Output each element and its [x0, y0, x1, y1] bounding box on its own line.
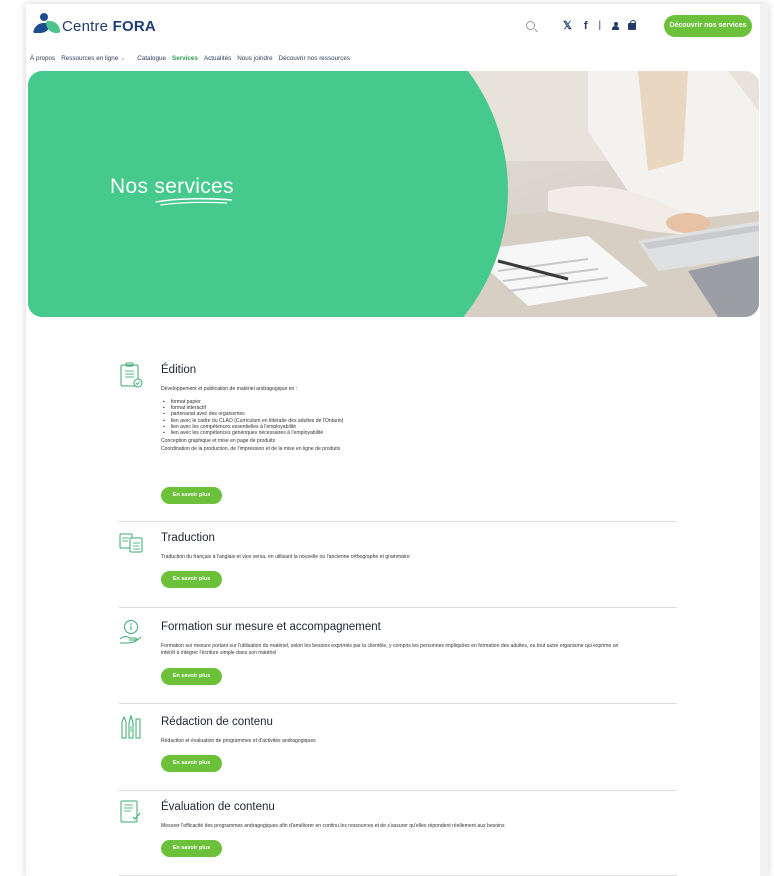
- service-title: Rédaction de contenu: [161, 716, 273, 728]
- divider: [119, 790, 677, 791]
- service-edition: Édition Développement et publication de …: [119, 362, 677, 522]
- scrollbar-track[interactable]: [760, 4, 768, 876]
- learn-more-button[interactable]: En savoir plus: [161, 487, 222, 504]
- hero-banner: Nos services: [28, 71, 759, 317]
- service-description: Formation sur mesure portant sur l'utili…: [161, 643, 619, 657]
- user-icon[interactable]: [612, 21, 620, 30]
- hand-info-icon: [119, 620, 142, 644]
- discover-services-button[interactable]: Découvrir nos services: [664, 15, 752, 37]
- service-extra-line: Coordination de la production, de l'impr…: [161, 446, 341, 452]
- service-title: Traduction: [161, 532, 215, 544]
- divider: [119, 703, 677, 704]
- service-extra-line: Conception graphique et mise en page de …: [161, 438, 276, 444]
- header-separator: |: [598, 20, 602, 31]
- service-evaluation: Évaluation de contenu Mesurer l'efficaci…: [119, 799, 677, 876]
- site-logo[interactable]: Centre FORA: [33, 13, 156, 35]
- service-redaction: Rédaction de contenu Rédaction et évalua…: [119, 714, 677, 792]
- service-title: Formation sur mesure et accompagnement: [161, 621, 381, 633]
- nav-item-actualites[interactable]: Actualités: [204, 55, 231, 62]
- service-list: format papier format interactif partenar…: [161, 399, 344, 436]
- facebook-icon[interactable]: f: [584, 20, 588, 32]
- nav-item-a-propos[interactable]: À propos: [30, 55, 55, 62]
- service-description: Traduction du français à l'anglais et vi…: [161, 554, 410, 560]
- nav-item-services[interactable]: Services: [172, 55, 198, 62]
- main-nav: À propos Ressources en ligne ⌄ Catalogue …: [30, 55, 356, 62]
- service-description: Mesurer l'efficacité des programmes andr…: [161, 823, 505, 829]
- header-icons: 𝕏 f |: [526, 19, 637, 32]
- learn-more-button[interactable]: En savoir plus: [161, 840, 222, 857]
- hero-green-shape: [28, 71, 508, 317]
- learn-more-button[interactable]: En savoir plus: [161, 668, 222, 685]
- document-evaluation-icon: [120, 800, 141, 823]
- page: Centre FORA 𝕏 f | Découvrir nos services…: [26, 4, 768, 876]
- nav-item-decouvrir-ressources[interactable]: Découvrir nos ressources: [279, 55, 350, 62]
- cart-icon[interactable]: [628, 20, 637, 30]
- service-traduction: Traduction Traduction du français à l'an…: [119, 530, 677, 610]
- learn-more-button[interactable]: En savoir plus: [161, 571, 222, 588]
- logo-text: Centre FORA: [62, 18, 156, 35]
- logo-mark-icon: [33, 13, 60, 35]
- translate-documents-icon: [119, 533, 143, 553]
- nav-item-ressources[interactable]: Ressources en ligne ⌄: [61, 55, 131, 62]
- learn-more-button[interactable]: En savoir plus: [161, 755, 222, 772]
- nav-item-catalogue[interactable]: Catalogue: [137, 55, 166, 62]
- service-description: Développement et publication de matériel…: [161, 386, 298, 392]
- divider: [119, 521, 677, 522]
- x-social-icon[interactable]: 𝕏: [563, 19, 572, 32]
- service-title: Évaluation de contenu: [161, 801, 275, 813]
- search-icon[interactable]: [526, 21, 535, 30]
- site-header: Centre FORA 𝕏 f | Découvrir nos services: [26, 4, 768, 48]
- document-checklist-icon: [120, 362, 143, 388]
- divider: [119, 607, 677, 608]
- service-description: Rédaction et évaluation de programmes et…: [161, 738, 316, 744]
- service-title: Édition: [161, 364, 197, 376]
- list-item: lien avec les compétences génériques néc…: [161, 430, 343, 436]
- nav-item-nous-joindre[interactable]: Nous joindre: [237, 55, 272, 62]
- page-title: Nos services: [110, 175, 234, 206]
- chevron-down-icon: ⌄: [120, 56, 126, 62]
- pens-icon: [121, 714, 141, 739]
- underline-swoosh: [155, 197, 233, 206]
- service-formation: Formation sur mesure et accompagnement F…: [119, 619, 677, 707]
